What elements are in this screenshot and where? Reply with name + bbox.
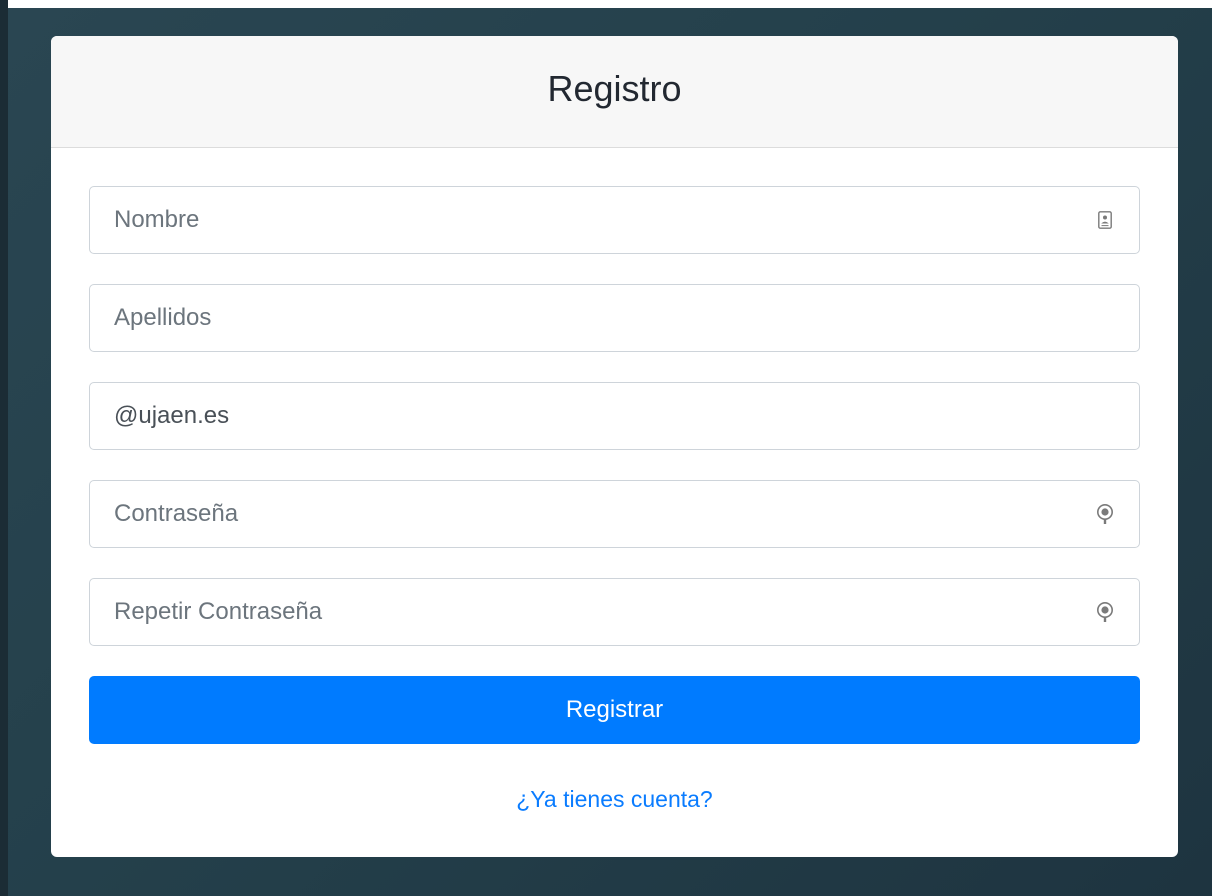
repeat-password-field (89, 578, 1140, 646)
window-left-edge (0, 0, 8, 896)
password-key-icon[interactable] (1095, 601, 1115, 623)
name-field (89, 186, 1140, 254)
register-card: Registro Nombre Apellidos @ujaen.es Regi… (51, 36, 1178, 857)
register-form: Registrar ¿Ya tienes cuenta? (51, 186, 1178, 813)
card-header: Registro (51, 36, 1178, 148)
page-title: Registro (547, 67, 682, 109)
register-button[interactable]: Registrar (89, 676, 1140, 744)
surname-field (89, 284, 1140, 352)
window-top-edge (0, 0, 1212, 8)
password-key-icon[interactable] (1095, 503, 1115, 525)
password-input[interactable] (90, 481, 1139, 547)
login-link[interactable]: ¿Ya tienes cuenta? (516, 786, 712, 812)
surname-input[interactable] (90, 285, 1139, 351)
email-field (89, 382, 1140, 450)
name-input[interactable] (90, 187, 1139, 253)
email-input[interactable] (90, 383, 1139, 449)
contact-card-icon[interactable] (1095, 209, 1115, 231)
login-link-row: ¿Ya tienes cuenta? (89, 786, 1140, 813)
repeat-password-input[interactable] (90, 579, 1139, 645)
password-field (89, 480, 1140, 548)
